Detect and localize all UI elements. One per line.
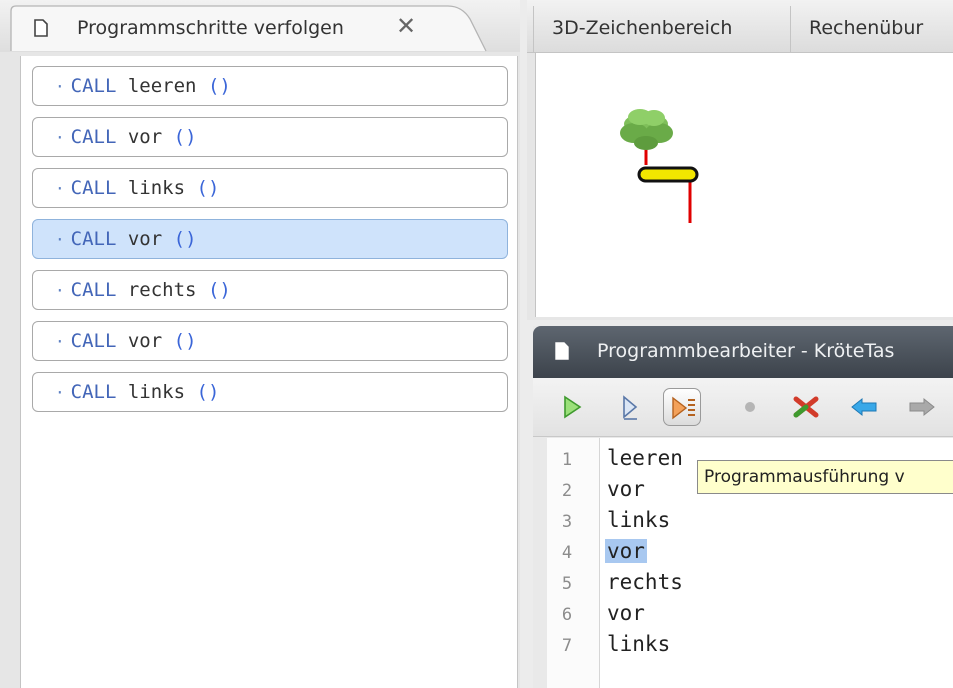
run-icon[interactable] bbox=[553, 388, 591, 426]
drawing-panel: 3D-Zeichenbereich Rechenübur bbox=[527, 0, 953, 320]
step-keyword: CALL bbox=[70, 381, 117, 403]
tree-icon bbox=[620, 109, 673, 165]
code-line: vor bbox=[607, 601, 645, 625]
code-line: leeren bbox=[607, 446, 683, 470]
close-icon[interactable]: ✕ bbox=[396, 12, 416, 40]
editor-titlebar[interactable]: Programmbearbeiter - KröteTas bbox=[533, 326, 953, 378]
step-keyword: CALL bbox=[70, 177, 117, 199]
bullet-icon: · bbox=[55, 281, 65, 300]
step-item[interactable]: · CALL links () bbox=[32, 168, 508, 208]
drawing-tabstrip: 3D-Zeichenbereich Rechenübur bbox=[527, 0, 953, 53]
editor-title: Programmbearbeiter - KröteTas bbox=[597, 340, 895, 362]
back-arrow-icon[interactable] bbox=[845, 388, 883, 426]
bullet-icon: · bbox=[55, 383, 65, 402]
turtle-scene bbox=[620, 109, 699, 223]
3d-canvas[interactable] bbox=[535, 53, 953, 317]
step-parens: () bbox=[207, 75, 231, 97]
step-keyword: CALL bbox=[70, 228, 117, 250]
line-number: 1 bbox=[561, 450, 573, 470]
document-icon bbox=[555, 342, 569, 360]
step-parens: () bbox=[173, 330, 197, 352]
bullet-icon: · bbox=[55, 179, 65, 198]
line-number: 2 bbox=[561, 481, 573, 501]
stop-icon[interactable] bbox=[731, 388, 769, 426]
step-parens: () bbox=[196, 381, 220, 403]
turtle-icon bbox=[637, 166, 699, 183]
tab-rechenuebung[interactable]: Rechenübur bbox=[791, 6, 953, 52]
line-number-gutter: 1 2 3 4 5 6 7 bbox=[547, 438, 600, 688]
bullet-icon: · bbox=[55, 230, 65, 249]
step-item[interactable]: · CALL vor () bbox=[32, 321, 508, 361]
steps-list: · CALL leeren () · CALL vor () · CALL links… bbox=[20, 56, 518, 688]
forward-arrow-icon[interactable] bbox=[903, 388, 941, 426]
code-line: vor bbox=[607, 477, 645, 501]
steps-tabstrip: Programmschritte verfolgen ✕ bbox=[0, 0, 520, 52]
step-icon[interactable] bbox=[611, 388, 649, 426]
line-number: 5 bbox=[561, 574, 573, 594]
program-editor-window: Programmbearbeiter - KröteTas 1 2 3 4 5 … bbox=[533, 326, 953, 688]
cancel-icon[interactable] bbox=[787, 388, 825, 426]
line-number: 7 bbox=[561, 636, 573, 656]
tab-title: Programmschritte verfolgen bbox=[77, 17, 344, 39]
step-name: vor bbox=[127, 330, 163, 352]
line-number: 6 bbox=[561, 605, 573, 625]
step-keyword: CALL bbox=[70, 75, 117, 97]
step-name: links bbox=[127, 381, 186, 403]
code-editor[interactable]: 1 2 3 4 5 6 7 leeren vor links vor recht… bbox=[547, 438, 953, 688]
step-parens: () bbox=[173, 126, 197, 148]
step-name: leeren bbox=[127, 75, 197, 97]
step-parens: () bbox=[196, 177, 220, 199]
step-item[interactable]: · CALL rechts () bbox=[32, 270, 508, 310]
step-item[interactable]: · CALL links () bbox=[32, 372, 508, 412]
line-number: 4 bbox=[561, 543, 573, 563]
line-number: 3 bbox=[561, 512, 573, 532]
code-line: links bbox=[607, 632, 671, 656]
step-name: vor bbox=[127, 228, 163, 250]
bullet-icon: · bbox=[55, 332, 65, 351]
step-keyword: CALL bbox=[70, 126, 117, 148]
step-keyword: CALL bbox=[70, 279, 117, 301]
step-over-icon[interactable] bbox=[663, 388, 701, 426]
editor-toolbar bbox=[533, 378, 953, 437]
step-item-selected[interactable]: · CALL vor () bbox=[32, 219, 508, 259]
step-name: links bbox=[127, 177, 186, 199]
step-keyword: CALL bbox=[70, 330, 117, 352]
tab-programmschritte[interactable]: Programmschritte verfolgen ✕ bbox=[10, 5, 488, 52]
tooltip: Programmausführung v bbox=[697, 460, 953, 494]
code-line-highlighted: vor bbox=[605, 539, 647, 563]
bullet-icon: · bbox=[55, 77, 65, 96]
step-parens: () bbox=[173, 228, 197, 250]
bullet-icon: · bbox=[55, 128, 65, 147]
code-line: links bbox=[607, 508, 671, 532]
step-name: vor bbox=[127, 126, 163, 148]
step-parens: () bbox=[207, 279, 231, 301]
step-name: rechts bbox=[127, 279, 197, 301]
step-item[interactable]: · CALL leeren () bbox=[32, 66, 508, 106]
tab-3d-zeichenbereich[interactable]: 3D-Zeichenbereich bbox=[533, 6, 791, 52]
step-item[interactable]: · CALL vor () bbox=[32, 117, 508, 157]
steps-panel: Programmschritte verfolgen ✕ · CALL leere… bbox=[0, 0, 520, 688]
document-icon bbox=[34, 19, 48, 37]
code-line: rechts bbox=[607, 570, 683, 594]
